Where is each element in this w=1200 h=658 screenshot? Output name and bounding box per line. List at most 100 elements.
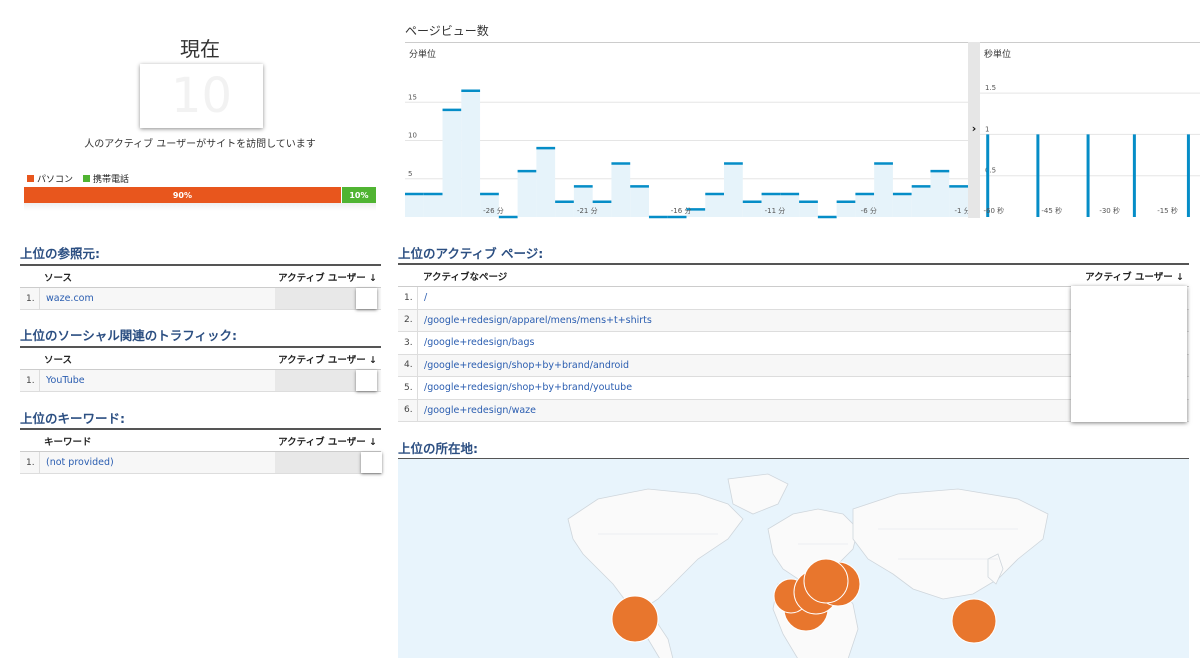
mobile-segment: 10% [340, 187, 376, 203]
active-users-count: 10 [140, 64, 263, 128]
second-panel-label: 秒単位 [984, 50, 1012, 60]
chevron-right-icon[interactable]: › [968, 122, 980, 135]
x-tick-label: -45 秒 [1041, 206, 1062, 215]
desktop-swatch [27, 175, 34, 182]
bar [461, 90, 481, 217]
row-number: 4. [398, 354, 418, 376]
row-number: 2. [398, 309, 418, 331]
y-tick-label: 1.5 [985, 84, 996, 92]
x-tick-label: -11 分 [765, 206, 786, 215]
bar [442, 109, 462, 217]
row-number: 1. [20, 452, 40, 473]
x-tick-label: -26 分 [483, 206, 504, 215]
table-row: 1. waze.com [20, 288, 381, 310]
x-tick-label: -1 分 [955, 206, 968, 215]
now-title: 現在 [180, 37, 220, 61]
locations-title: 上位の所在地: [398, 441, 478, 456]
page-link[interactable]: /google+redesign/waze [418, 405, 536, 416]
minute-chart: 5 10 15 -26 分 -21 分 -16 分 -11 分 -6 分 -1 分 [405, 89, 968, 219]
users-bar-fill [356, 370, 377, 391]
device-split-bar: 90% 10% [24, 187, 376, 203]
active-pages-title: 上位のアクティブ ページ: [398, 246, 544, 261]
table-row: 1. YouTube [20, 370, 381, 392]
realtime-overview: 現在 10 人のアクティブ ユーザーがサイトを訪問しています パソコン 携帯電話… [0, 0, 1200, 658]
split-bar-reflection [24, 203, 376, 211]
y-tick-label: 15 [408, 93, 417, 101]
social-title: 上位のソーシャル関連のトラフィック: [20, 328, 237, 343]
mobile-swatch [83, 175, 91, 182]
col-active-users[interactable]: アクティブ ユーザー ↓ [278, 434, 381, 448]
referrals-header: ソース アクティブ ユーザー ↓ [20, 266, 381, 288]
legend-desktop: パソコン [27, 172, 73, 185]
row-number: 1. [20, 370, 40, 391]
bar [911, 186, 931, 217]
col-keyword[interactable]: キーワード [20, 434, 278, 448]
referrals-title: 上位の参照元: [20, 246, 100, 261]
x-tick-label: -6 分 [861, 206, 877, 215]
col-active-page[interactable]: アクティブなページ [398, 269, 1085, 283]
map-greenland [727, 473, 789, 515]
bar [555, 201, 574, 217]
legend-mobile: 携帯電話 [83, 172, 129, 185]
active-users-caption: 人のアクティブ ユーザーがサイトを訪問しています [84, 139, 316, 150]
sort-down-icon: ↓ [369, 272, 377, 284]
y-tick-label: 5 [408, 170, 412, 178]
bar [892, 194, 912, 217]
second-chart: 0.511.5-60 秒 -45 秒 -30 秒 -15 秒 [980, 84, 1200, 217]
sort-down-icon: ↓ [369, 436, 377, 448]
bar [630, 186, 649, 217]
map-asia [852, 488, 1049, 600]
users-bar-fill [356, 288, 377, 309]
x-tick-label: -15 秒 [1157, 206, 1178, 215]
table-row: 1. (not provided) [20, 452, 382, 474]
page-link[interactable]: /google+redesign/shop+by+brand/android [418, 360, 629, 371]
col-source[interactable]: ソース [20, 352, 278, 366]
x-tick-label: -30 秒 [1099, 206, 1120, 215]
bar [423, 194, 443, 217]
minute-panel-label: 分単位 [409, 50, 437, 60]
active-pages-header: アクティブなページ アクティブ ユーザー ↓ [398, 265, 1189, 287]
keywords-title: 上位のキーワード: [20, 411, 125, 426]
page-link[interactable]: / [418, 292, 427, 303]
col-active-users[interactable]: アクティブ ユーザー ↓ [1085, 269, 1189, 283]
location-bubble [611, 595, 659, 643]
social-table: ソース アクティブ ユーザー ↓ 1. YouTube [20, 346, 381, 392]
x-tick-label: -16 分 [671, 206, 692, 215]
desktop-segment: 90% [24, 187, 341, 203]
world-map-svg [567, 473, 1049, 658]
users-bar-fill [361, 452, 382, 473]
page-link[interactable]: /google+redesign/bags [418, 337, 534, 348]
page-link[interactable]: /google+redesign/apparel/mens/mens+t+shi… [418, 315, 652, 326]
bar [611, 163, 631, 217]
col-active-users[interactable]: アクティブ ユーザー ↓ [278, 352, 381, 366]
bar [930, 171, 950, 217]
world-map[interactable] [398, 458, 1189, 658]
pageviews-title: ページビュー数 [405, 24, 489, 38]
map-north-america [567, 488, 744, 610]
keywords-header: キーワード アクティブ ユーザー ↓ [20, 430, 381, 452]
bar [724, 163, 743, 217]
bar [705, 194, 725, 217]
referrals-table: ソース アクティブ ユーザー ↓ 1. waze.com [20, 264, 381, 310]
x-tick-label: -60 秒 [984, 206, 1005, 215]
active-users-column-overlay [1071, 286, 1187, 422]
col-source[interactable]: ソース [20, 270, 278, 284]
y-tick-label: 1 [985, 125, 989, 133]
page-link[interactable]: /google+redesign/shop+by+brand/youtube [418, 382, 632, 393]
location-bubble [803, 558, 849, 604]
sort-down-icon: ↓ [369, 354, 377, 366]
device-legend: パソコン 携帯電話 [27, 172, 129, 185]
row-number: 1. [398, 287, 418, 309]
bar [517, 171, 537, 217]
bar [874, 163, 893, 217]
legend-mobile-label: 携帯電話 [93, 175, 130, 185]
y-tick-label: 10 [408, 132, 417, 140]
col-active-users[interactable]: アクティブ ユーザー ↓ [278, 270, 381, 284]
row-number: 1. [20, 288, 40, 309]
legend-desktop-label: パソコン [37, 175, 74, 185]
keywords-table: キーワード アクティブ ユーザー ↓ 1. (not provided) [20, 428, 382, 474]
bar [405, 194, 424, 217]
x-tick-label: -21 分 [577, 206, 598, 215]
social-header: ソース アクティブ ユーザー ↓ [20, 348, 381, 370]
sort-down-icon: ↓ [1176, 271, 1184, 283]
